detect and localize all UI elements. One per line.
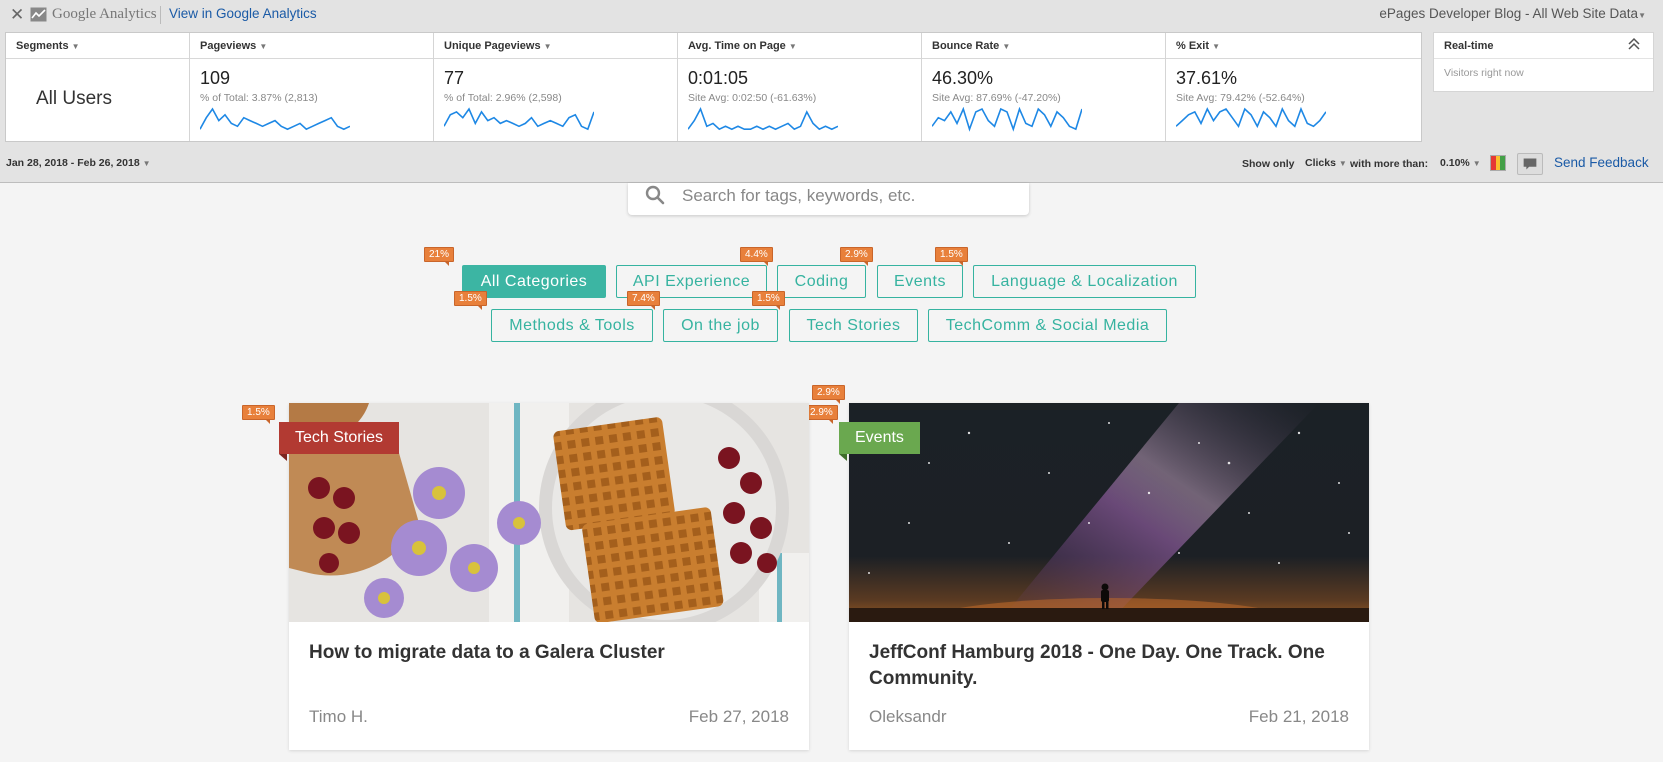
post-image-starry-sky (849, 403, 1369, 622)
post-category-tag[interactable]: Tech Stories (279, 422, 400, 461)
realtime-title: Real-time (1444, 40, 1494, 52)
realtime-subtitle: Visitors right now (1444, 67, 1524, 79)
search-input[interactable] (682, 183, 1012, 209)
click-badge[interactable]: 7.4% (627, 291, 660, 310)
post-date: Feb 21, 2018 (1248, 707, 1349, 726)
realtime-header: Real-time (1434, 33, 1653, 59)
caret-down-icon: ▼ (1472, 159, 1481, 168)
metric-header[interactable]: Avg. Time on Page ▼ (678, 33, 921, 59)
click-badge[interactable]: 1.5% (242, 405, 275, 424)
metric-header[interactable]: Bounce Rate ▼ (922, 33, 1165, 59)
metric-pageviews: Pageviews ▼ 109 % of Total: 3.87% (2,813… (190, 33, 434, 141)
category-methods-tools[interactable]: Methods & Tools (491, 309, 653, 342)
metric-value: 37.61% (1176, 68, 1238, 88)
metric-bounce-rate: Bounce Rate ▼ 46.30% Site Avg: 87.69% (-… (922, 33, 1166, 141)
metric-value: 46.30% (932, 68, 994, 88)
property-name: ePages Developer Blog - All Web Site Dat… (1379, 6, 1639, 21)
metric-value: 109 (200, 68, 231, 88)
caret-down-icon: ▼ (1338, 159, 1347, 168)
comment-button[interactable] (1517, 153, 1543, 175)
segments-column: Segments ▼ All Users (6, 33, 190, 141)
click-badge[interactable]: 1.5% (935, 247, 968, 266)
threshold-selector[interactable]: 0.10% ▼ (1440, 157, 1481, 169)
category-coding[interactable]: Coding (777, 265, 866, 298)
clicks-value: Clicks (1305, 157, 1336, 169)
caret-down-icon: ▼ (1638, 11, 1646, 20)
caret-down-icon: ▼ (1002, 42, 1011, 51)
property-selector[interactable]: ePages Developer Blog - All Web Site Dat… (1379, 6, 1646, 21)
caret-down-icon: ▼ (1212, 42, 1220, 51)
send-feedback-link[interactable]: Send Feedback (1554, 155, 1649, 170)
heatmap-color-toggle[interactable] (1490, 155, 1506, 171)
category-events[interactable]: Events (877, 265, 963, 298)
click-badge[interactable]: 1.5% (752, 291, 785, 310)
metric-exit: % Exit ▼ 37.61% Site Avg: 79.42% (-52.64… (1166, 33, 1421, 141)
metric-header[interactable]: % Exit ▼ (1166, 33, 1421, 59)
analytics-overlay: ✕ Google Analytics View in Google Analyt… (0, 0, 1663, 183)
metrics-table: Segments ▼ All Users Pageviews ▼ 109 % o… (5, 32, 1422, 142)
with-more-than-label: with more than: (1350, 158, 1429, 170)
analytics-logo-text: Google Analytics (52, 6, 157, 22)
view-in-analytics-link[interactable]: View in Google Analytics (169, 6, 317, 21)
click-badge[interactable]: 1.5% (454, 291, 487, 310)
metric-unique-pageviews: Unique Pageviews ▼ 77 % of Total: 2.96% … (434, 33, 678, 141)
sparkline (688, 107, 838, 131)
metric-avg-time: Avg. Time on Page ▼ 0:01:05 Site Avg: 0:… (678, 33, 922, 141)
segments-header[interactable]: Segments ▼ (6, 33, 189, 59)
post-date: Feb 27, 2018 (688, 707, 789, 726)
caret-down-icon: ▼ (142, 159, 151, 168)
category-techcomm-social-media[interactable]: TechComm & Social Media (928, 309, 1167, 342)
metric-value: 0:01:05 (688, 68, 749, 88)
metric-header[interactable]: Pageviews ▼ (190, 33, 433, 59)
heat-color-green (1500, 156, 1506, 170)
sparkline (200, 107, 350, 131)
show-only-label: Show only (1242, 158, 1295, 170)
metric-comparison: % of Total: 3.87% (2,813) (200, 92, 318, 104)
click-badge[interactable]: 2.9% (812, 385, 845, 404)
caret-down-icon: ▼ (71, 42, 80, 51)
metric-value: 77 (444, 68, 465, 88)
category-tech-stories[interactable]: Tech Stories (789, 309, 918, 342)
post-author: Oleksandr (869, 707, 947, 726)
caret-down-icon: ▼ (788, 42, 797, 51)
click-badge[interactable]: 4.4% (740, 247, 773, 266)
post-card[interactable]: JeffConf Hamburg 2018 - One Day. One Tra… (849, 403, 1369, 750)
metric-comparison: Site Avg: 87.69% (-47.20%) (932, 92, 1061, 104)
category-on-the-job[interactable]: On the job (663, 309, 778, 342)
metric-header[interactable]: Unique Pageviews ▼ (434, 33, 677, 59)
metric-comparison: Site Avg: 0:02:50 (-61.63%) (688, 92, 817, 104)
collapse-icon[interactable] (1627, 37, 1641, 51)
post-category-tag[interactable]: Events (839, 422, 920, 461)
analytics-top-bar: ✕ Google Analytics View in Google Analyt… (0, 0, 1663, 30)
click-badge[interactable]: 2.9% (805, 405, 838, 424)
realtime-panel: Real-time Visitors right now (1433, 32, 1654, 92)
caret-down-icon: ▼ (259, 42, 268, 51)
close-icon[interactable]: ✕ (10, 6, 24, 23)
caret-down-icon: ▼ (543, 42, 552, 51)
metric-comparison: Site Avg: 79.42% (-52.64%) (1176, 92, 1305, 104)
comment-icon (1523, 158, 1537, 170)
divider (160, 6, 161, 24)
post-title[interactable]: How to migrate data to a Galera Cluster (309, 640, 789, 666)
post-author: Timo H. (309, 707, 368, 726)
segment-value: All Users (36, 88, 113, 109)
post-card[interactable]: How to migrate data to a Galera Cluster … (289, 403, 809, 750)
post-title[interactable]: JeffConf Hamburg 2018 - One Day. One Tra… (869, 640, 1349, 692)
category-language-localization[interactable]: Language & Localization (973, 265, 1196, 298)
search-box (628, 183, 1029, 215)
click-badge[interactable]: 2.9% (840, 247, 873, 266)
threshold-value: 0.10% (1440, 157, 1470, 169)
clicks-selector[interactable]: Clicks ▼ (1305, 157, 1347, 169)
date-range: Jan 28, 2018 - Feb 26, 2018 (6, 157, 140, 169)
sparkline (444, 107, 594, 131)
click-badge[interactable]: 21% (424, 247, 455, 266)
sparkline (932, 107, 1082, 132)
search-icon (645, 185, 665, 205)
date-range-selector[interactable]: Jan 28, 2018 - Feb 26, 2018 ▼ (6, 157, 151, 169)
metric-comparison: % of Total: 2.96% (2,598) (444, 92, 562, 104)
sparkline (1176, 107, 1326, 129)
analytics-logo-icon (30, 7, 47, 22)
analytics-filter-bar: Jan 28, 2018 - Feb 26, 2018 ▼ Show only … (0, 152, 1663, 175)
